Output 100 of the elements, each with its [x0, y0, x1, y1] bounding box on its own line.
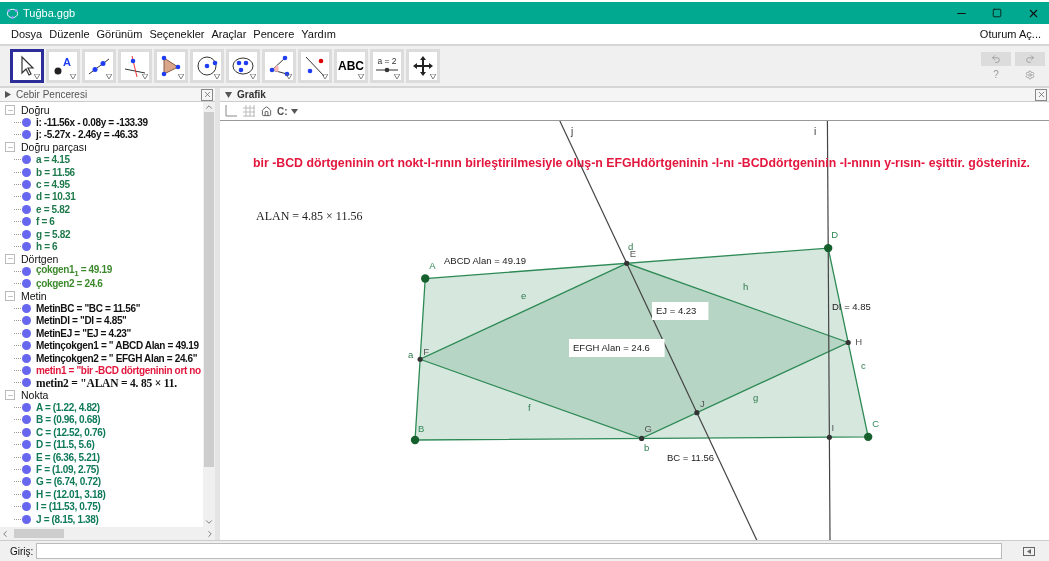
input-label: Giriş: — [10, 545, 34, 557]
visibility-dot[interactable] — [22, 341, 31, 351]
collapse-toggle[interactable] — [5, 253, 15, 264]
visibility-dot[interactable] — [22, 465, 31, 474]
algebra-entry[interactable]: C = (12.52, 0.76) — [36, 426, 106, 438]
maximize-icon[interactable] — [992, 8, 1002, 18]
visibility-dot[interactable] — [22, 316, 31, 326]
algebra-entry[interactable]: MetinDI = "DI = 4.85" — [36, 315, 127, 327]
algebra-entry[interactable]: I = (11.53, 0.75) — [36, 501, 101, 513]
visibility-dot[interactable] — [22, 204, 31, 214]
visibility-dot[interactable] — [22, 477, 31, 487]
close-icon — [202, 90, 212, 99]
menu-item[interactable]: Dosya — [11, 28, 43, 40]
visibility-dot[interactable] — [22, 303, 31, 313]
point-label: F — [423, 346, 429, 358]
visibility-dot[interactable] — [22, 452, 31, 462]
algebra-entry[interactable]: B = (0.96, 0.68) — [36, 414, 101, 426]
scrollbar-thumb[interactable] — [204, 112, 214, 467]
scrollbar-thumb[interactable] — [14, 529, 64, 538]
algebra-entry[interactable]: a = 4.15 — [36, 154, 70, 166]
visibility-dot[interactable] — [22, 130, 31, 140]
move-arrows-icon — [411, 54, 435, 78]
scroll-right-icon[interactable] — [205, 528, 215, 539]
visibility-dot[interactable] — [22, 180, 31, 190]
point-label: I — [831, 422, 834, 434]
sign-in-link[interactable]: Oturum Aç... — [979, 28, 1041, 40]
visibility-dot[interactable] — [22, 167, 31, 177]
dropdown-triangle-icon — [34, 74, 40, 79]
collapse-toggle[interactable] — [5, 105, 15, 116]
visibility-dot[interactable] — [22, 217, 31, 227]
visibility-dot[interactable] — [22, 328, 31, 338]
tool-button[interactable] — [10, 49, 44, 83]
dropdown-triangle-icon — [178, 74, 184, 79]
algebra-entry[interactable]: H = (12.01, 3.18) — [36, 488, 106, 500]
algebra-entry[interactable]: c = 4.95 — [36, 179, 70, 191]
algebra-entry[interactable]: çokgen1$_{1}$ = 49.19 — [36, 264, 112, 279]
visibility-dot[interactable] — [22, 192, 31, 202]
tool-button[interactable]: ABC — [334, 49, 368, 83]
algebra-entry[interactable]: e = 5.82 — [36, 203, 70, 215]
algebra-entry[interactable]: d = 10.31 — [36, 191, 76, 203]
visibility-dot[interactable] — [22, 489, 31, 499]
visibility-dot[interactable] — [22, 415, 31, 425]
algebra-entry[interactable]: b = 11.56 — [36, 166, 75, 178]
close-panel-button[interactable] — [1035, 88, 1047, 101]
caret-icon[interactable] — [290, 108, 298, 114]
home-icon[interactable] — [261, 105, 272, 117]
algebra-entry[interactable]: h = 6 — [36, 241, 58, 252]
segment-label: g — [753, 392, 759, 403]
collapse-triangle-icon[interactable] — [5, 91, 11, 98]
menu-item[interactable]: Düzenle — [49, 28, 90, 40]
algebra-entry[interactable]: Metinçokgen2 = " EFGH Alan = 24.6" — [36, 352, 198, 364]
dropdown-triangle-icon — [322, 74, 328, 79]
menu-item[interactable]: Yardım — [301, 28, 336, 40]
algebra-entry[interactable]: i: -11.56x - 0.08y = -133.39 — [36, 117, 148, 129]
menu-item[interactable]: Seçenekler — [149, 28, 205, 40]
visibility-dot[interactable] — [22, 353, 31, 363]
algebra-entry[interactable]: D = (11.5, 5.6) — [36, 439, 95, 451]
algebra-entry[interactable]: metin1 = "bir -BCD dörtgeninin ort no — [36, 364, 201, 376]
algebra-entry[interactable]: E = (6.36, 5.21) — [36, 451, 100, 463]
point-capture-label[interactable]: C: — [277, 105, 288, 117]
collapse-triangle-icon[interactable] — [225, 91, 232, 98]
visibility-dot[interactable] — [22, 242, 31, 251]
collapse-toggle[interactable] — [5, 390, 15, 401]
algebra-entry[interactable]: j: -5.27x - 2.46y = -46.33 — [36, 129, 138, 141]
algebra-entry[interactable]: J = (8.15, 1.38) — [36, 513, 99, 525]
algebra-entry[interactable]: MetinBC = "BC = 11.56" — [36, 302, 141, 314]
visibility-dot[interactable] — [22, 229, 31, 239]
scroll-left-icon[interactable] — [0, 528, 10, 539]
algebra-entry[interactable]: Metinçokgen1 = " ABCD Alan = 49.19 — [36, 340, 199, 352]
algebra-entry[interactable]: metin2 = "ALAN = 4. 85 × 11. — [36, 376, 177, 389]
algebra-entry[interactable]: F = (1.09, 2.75) — [36, 464, 100, 475]
collapse-toggle[interactable] — [5, 142, 15, 153]
menu-item[interactable]: Pencere — [253, 28, 295, 40]
visibility-dot[interactable] — [22, 440, 31, 450]
angle-icon — [267, 54, 291, 78]
visibility-dot[interactable] — [22, 118, 31, 128]
algebra-entry[interactable]: G = (6.74, 0.72) — [36, 476, 101, 488]
visibility-dot[interactable] — [22, 514, 31, 524]
visibility-dot[interactable] — [22, 365, 31, 375]
scroll-up-icon[interactable] — [204, 102, 214, 112]
algebra-entry[interactable]: f = 6 — [36, 216, 55, 228]
visibility-dot[interactable] — [22, 155, 31, 165]
visibility-dot[interactable] — [22, 266, 31, 276]
algebra-entry[interactable]: MetinEJ = "EJ = 4.23" — [36, 327, 131, 339]
input-field[interactable] — [36, 543, 1002, 559]
close-panel-button[interactable] — [201, 88, 213, 101]
visibility-dot[interactable] — [22, 427, 31, 437]
algebra-entry[interactable]: A = (1.22, 4.82) — [36, 402, 100, 414]
redo-icon — [1025, 54, 1035, 64]
menu-item[interactable]: Araçlar — [211, 28, 247, 40]
visibility-dot[interactable] — [22, 279, 31, 289]
visibility-dot[interactable] — [22, 378, 31, 388]
scroll-down-icon[interactable] — [204, 517, 214, 527]
algebra-entry[interactable]: g = 5.82 — [36, 228, 71, 240]
algebra-entry[interactable]: çokgen2 = 24.6 — [36, 278, 103, 290]
point-label: D — [831, 229, 839, 241]
visibility-dot[interactable] — [22, 403, 31, 413]
visibility-dot[interactable] — [22, 502, 31, 512]
menu-item[interactable]: Görünüm — [96, 28, 143, 40]
collapse-toggle[interactable] — [5, 291, 15, 302]
